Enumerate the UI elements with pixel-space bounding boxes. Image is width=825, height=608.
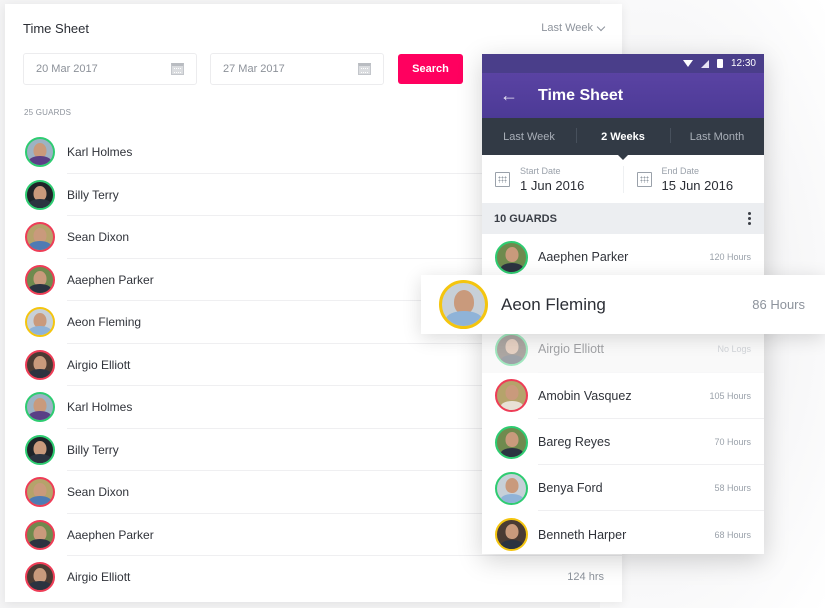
avatar [25,349,55,380]
signal-icon [700,59,709,68]
end-date-value: 15 Jun 2016 [661,177,734,193]
guard-hours: 68 Hours [714,529,751,540]
date-range: Start Date 1 Jun 2016 End Date 15 Jun 20… [482,155,764,203]
list-item[interactable]: Benya Ford 58 Hours [482,465,764,512]
calendar-icon[interactable] [171,63,184,75]
active-tab-pointer [618,155,628,160]
guard-hours: 70 Hours [714,437,751,448]
guard-hours: 105 Hours [709,390,751,401]
guards-count: 10 GUARDS [494,212,557,225]
app-title: Time Sheet [538,86,624,104]
period-tabs: Last Week 2 Weeks Last Month [482,118,764,160]
avatar [25,264,55,295]
range-dropdown-label: Last Week [541,22,593,34]
avatar [495,379,528,413]
guard-name: Aaephen Parker [67,527,154,542]
start-date-picker[interactable]: Start Date 1 Jun 2016 [482,166,623,193]
avatar [25,434,55,465]
guard-name: Aaephen Parker [538,250,629,265]
avatar [439,280,488,329]
avatar [25,562,55,593]
wifi-icon [682,60,693,67]
end-date-field[interactable]: 27 Mar 2017 [210,53,384,85]
list-item[interactable]: Amobin Vasquez 105 Hours [482,373,764,420]
end-date-value: 27 Mar 2017 [223,63,285,75]
guard-name: Benya Ford [538,481,603,496]
list-item[interactable]: Aaephen Parker 120 Hours [482,234,764,281]
calendar-icon [636,171,652,187]
status-time: 12:30 [730,58,756,69]
guard-hours: 86 Hours [752,297,805,312]
guard-name: Aaephen Parker [67,272,154,287]
avatar [25,307,55,338]
avatar [25,137,55,168]
start-date-value: 20 Mar 2017 [36,63,98,75]
guard-name: Benneth Harper [538,527,627,542]
guard-name: Aeon Fleming [67,315,142,330]
guard-name: Airgio Elliott [67,357,131,372]
guards-header: 10 GUARDS [482,203,764,234]
guard-name: Airgio Elliott [67,570,131,585]
avatar [495,332,528,366]
guard-name: Karl Holmes [67,400,133,415]
more-options-icon[interactable] [748,212,751,225]
avatar [25,477,55,508]
guard-hours: 120 Hours [709,252,751,263]
calendar-icon [495,171,510,187]
guard-name: Billy Terry [67,187,119,202]
avatar [495,240,528,274]
guard-name: Billy Terry [67,442,119,457]
avatar [25,519,55,550]
guard-name: Karl Holmes [67,145,133,160]
list-item[interactable]: Airgio Elliott 124 hrs [5,556,622,599]
highlighted-guard-card[interactable]: Aeon Fleming 86 Hours [421,275,825,334]
list-item[interactable]: Bareg Reyes 70 Hours [482,419,764,466]
avatar [25,392,55,423]
avatar [495,518,528,552]
list-item[interactable]: Benneth Harper 68 Hours [482,511,764,554]
tab-2-weeks[interactable]: 2 Weeks [576,127,670,143]
app-bar: ← Time Sheet [482,73,764,118]
guard-name: Sean Dixon [67,230,130,245]
start-date-field[interactable]: 20 Mar 2017 [23,53,197,85]
guard-name: Airgio Elliott [538,342,604,357]
range-dropdown[interactable]: Last Week [541,22,606,34]
start-date-value: 1 Jun 2016 [520,177,585,193]
end-date-label: End Date [661,165,700,176]
guard-hours: 58 Hours [714,483,751,494]
page-title: Time Sheet [23,21,89,36]
back-arrow-icon[interactable]: ← [500,85,518,106]
guard-name: Bareg Reyes [538,435,611,450]
status-bar: 12:30 [482,54,764,73]
guard-name: Aeon Fleming [501,294,606,314]
calendar-icon[interactable] [358,63,371,75]
start-date-label: Start Date [520,165,561,176]
avatar [25,222,55,253]
search-button[interactable]: Search [398,54,463,84]
end-date-picker[interactable]: End Date 15 Jun 2016 [622,165,765,193]
guard-hours: 124 hrs [567,571,604,584]
avatar [495,471,528,505]
tab-last-month[interactable]: Last Month [670,127,764,143]
guards-count: 25 GUARDS [24,108,72,117]
guard-name: Sean Dixon [67,485,130,500]
guard-hours: No Logs [717,344,751,355]
chevron-down-icon [596,22,606,31]
guard-name: Amobin Vasquez [538,388,632,403]
avatar [495,425,528,459]
tab-last-week[interactable]: Last Week [482,131,576,143]
avatar [25,179,55,210]
battery-icon [716,59,723,68]
